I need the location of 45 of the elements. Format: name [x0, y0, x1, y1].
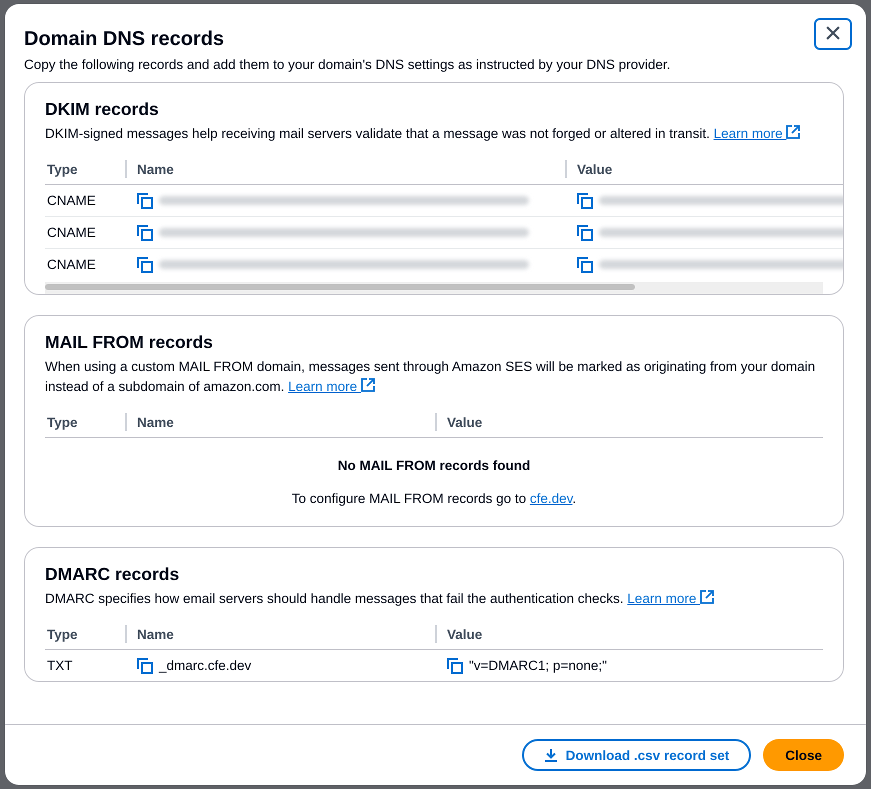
table-cell: CNAME: [47, 193, 96, 208]
column-header: Type: [47, 162, 78, 176]
copy-icon[interactable]: [577, 192, 593, 208]
dialog-title: Domain DNS records: [24, 28, 226, 51]
column-header: Name: [137, 414, 174, 430]
learn-more-link[interactable]: Learn more: [714, 126, 800, 141]
copy-icon[interactable]: [577, 224, 593, 240]
learn-more-link[interactable]: Learn more: [627, 591, 714, 606]
close-button[interactable]: ×: [814, 18, 852, 50]
external-link-icon: [700, 590, 714, 604]
column-header: Value: [447, 626, 482, 642]
section-description: DMARC specifies how email servers should handle messages that fail the authentication checks. Learn more: [45, 589, 823, 609]
copy-icon[interactable]: [447, 658, 463, 674]
column-header: Value: [447, 414, 482, 430]
section-description: When using a custom MAIL FROM domain, messages sent through Amazon SES will be marked as originating from your domain instead of a subdomain of amazon.com. Learn more: [45, 358, 816, 396]
empty-state-text: To configure MAIL FROM records go to cfe.dev.: [290, 491, 578, 506]
close-button[interactable]: Close: [763, 739, 844, 771]
download-icon: [544, 748, 558, 762]
table-cell: TXT: [47, 658, 72, 673]
section-title: DKIM records: [45, 99, 160, 120]
external-link-icon: [360, 378, 375, 392]
table-cell: CNAME: [47, 225, 96, 240]
copy-icon[interactable]: [137, 224, 153, 240]
copy-icon[interactable]: [137, 256, 153, 272]
table-cell: _dmarc.cfe.dev: [159, 658, 252, 673]
column-header: Type: [47, 414, 78, 430]
empty-state-title: No MAIL FROM records found: [336, 458, 532, 473]
column-header: Type: [47, 626, 78, 642]
table-cell: CNAME: [47, 257, 96, 272]
section-title: MAIL FROM records: [45, 332, 214, 353]
copy-icon[interactable]: [137, 658, 153, 674]
section-title: DMARC records: [45, 564, 180, 585]
scrollbar[interactable]: [45, 282, 823, 294]
external-link-icon: [786, 125, 800, 139]
column-header: Name: [137, 162, 174, 176]
section-description: DKIM-signed messages help receiving mail servers validate that a message was not forged or altered in transit. Learn more: [45, 124, 823, 144]
column-header: Value: [577, 162, 612, 176]
table-cell: "v=DMARC1; p=none;": [469, 658, 607, 673]
learn-more-link[interactable]: Learn more: [288, 379, 375, 394]
download-button[interactable]: Download .csv record set: [522, 739, 752, 771]
copy-icon[interactable]: [577, 256, 593, 272]
domain-link[interactable]: cfe.dev: [530, 491, 572, 506]
column-header: Name: [137, 626, 174, 642]
copy-icon[interactable]: [137, 192, 153, 208]
dialog-description: Copy the following records and add them to your domain's DNS settings as instructed by your DNS provider.: [24, 57, 670, 72]
